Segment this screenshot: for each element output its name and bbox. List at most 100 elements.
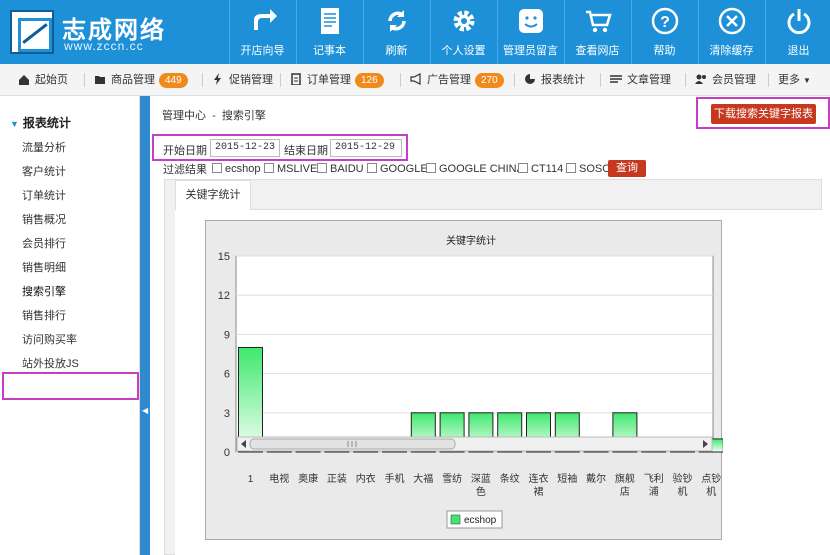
sidebar-item[interactable]: 客户统计 [22,163,66,179]
checkbox-box[interactable] [426,163,436,173]
checkbox-box[interactable] [367,163,377,173]
x-tick-label: 机 [706,485,716,498]
nav-item-8[interactable]: 更多 ▼ [778,64,811,96]
sidebar-collapse-bar[interactable]: ◀ [140,96,150,555]
x-tick-label: 1 [248,474,254,485]
collapse-arrow-icon: ◀ [142,406,149,415]
sidebar-item[interactable]: 搜索引擎 [22,283,66,299]
checkbox-box[interactable] [212,163,222,173]
y-tick-label: 3 [224,408,230,420]
x-tick-label: 大福 [413,472,433,485]
folder-icon [95,76,105,84]
sidebar-heading-label: 报表统计 [22,116,71,130]
tool-button-label: 个人设置 [441,45,486,57]
x-tick-label: 旗舰 [615,472,635,485]
filter-checkbox[interactable]: GOOGLE [367,163,428,175]
filter-checkbox[interactable]: BAIDU [317,163,364,175]
nav-divider [600,73,601,87]
nav-item-label: 报表统计 [541,74,585,86]
nav-item-7[interactable]: 会员管理 [695,64,756,96]
filter-checkbox[interactable]: GOOGLE CHINA [426,163,524,175]
tool-button-cart[interactable]: 查看网店 [564,0,630,64]
download-report-button[interactable]: 下载搜索关键字报表 [711,104,816,124]
x-tick-label: 点钞 [701,472,721,485]
tool-button-label: 记事本 [313,45,346,57]
x-tick-label: 奥康 [298,472,318,485]
nav-item-label: 会员管理 [712,74,756,86]
x-tick-label: 电视 [269,472,289,485]
x-tick-label: 验钞 [673,472,693,485]
nav-item-2[interactable]: 促销管理 [212,64,273,96]
nav-item-0[interactable]: 起始页 [18,64,68,96]
clear-icon [718,7,746,35]
svg-text:?: ? [660,14,670,31]
nav-item-label: 更多 [778,74,800,86]
query-button[interactable]: 查询 [608,160,646,177]
x-tick-label: 手机 [385,472,405,485]
tool-button-refresh[interactable]: 刷新 [363,0,429,64]
sidebar-item[interactable]: 站外投放JS [22,355,79,371]
y-tick-label: 12 [218,290,230,302]
x-tick-label: 店 [620,485,630,498]
smiley-icon [519,9,543,33]
filter-checkbox[interactable]: MSLIVE [264,163,317,175]
nav-item-4[interactable]: 广告管理 270 [410,64,504,96]
tool-button-smiley[interactable]: 管理员留言 [497,0,563,64]
sidebar-item[interactable]: 会员排行 [22,235,66,251]
logo-icon [10,10,54,54]
tool-button-share-arrow[interactable]: 开店向导 [229,0,295,64]
share-arrow-icon [254,9,277,30]
tool-button-help[interactable]: ? 帮助 [631,0,697,64]
tool-button-notepad[interactable]: 记事本 [296,0,362,64]
caret-down-icon: ▼ [803,76,811,85]
users-icon [695,74,706,84]
filter-checkbox[interactable]: ecshop [212,163,260,175]
sidebar-heading[interactable]: ▼ 报表统计 [10,114,71,131]
sidebar-item[interactable]: 流量分析 [22,139,66,155]
filter-checkbox-label: SOSO [579,163,611,175]
filter-checkbox[interactable]: CT114 [518,163,563,175]
tool-button-label: 开店向导 [240,45,285,57]
sidebar-item[interactable]: 销售概况 [22,211,66,227]
keyword-chart: 关键字统计 0 3 6 9 12 15 1 电视 奥康 正装 内衣 手机 大福 雪纺 深蓝色 条纹 连衣裙短袖 戴尔… [205,220,724,540]
filter-checkbox-label: ecshop [225,163,261,175]
filter-checkbox-label: BAIDU [330,163,364,175]
start-date-input[interactable]: 2015-12-23 [210,139,280,157]
y-tick-label: 9 [224,329,230,341]
checkbox-box[interactable] [518,163,528,173]
checkbox-box[interactable] [317,163,327,173]
filter-checkbox-label: MSLIVE [277,163,318,175]
count-badge: 449 [159,73,188,88]
filter-checkbox[interactable]: SOSO [566,163,611,175]
clipboard-icon [291,73,301,85]
nav-item-5[interactable]: 报表统计 [524,64,585,96]
nav-divider [280,73,281,87]
end-date-label: 结束日期 [284,145,328,157]
nav-item-3[interactable]: 订单管理 126 [290,64,384,96]
tool-button-label: 帮助 [653,45,676,57]
tool-button-clear[interactable]: 清除缓存 [698,0,764,64]
tool-button-gear[interactable]: 个人设置 [430,0,496,64]
filter-label: 过滤结果 [163,164,207,176]
end-date-input[interactable]: 2015-12-29 [330,139,402,157]
x-tick-label: 内衣 [356,472,376,485]
nav-item-6[interactable]: 文章管理 [610,64,671,96]
checkbox-box[interactable] [264,163,274,173]
tool-button-power[interactable]: 退出 [765,0,830,64]
x-tick-label: 短袖 [557,472,577,485]
nav-divider [202,73,203,87]
nav-item-label: 起始页 [35,74,68,86]
sidebar-item[interactable]: 访问购买率 [22,331,77,347]
checkbox-box[interactable] [566,163,576,173]
nav-item-1[interactable]: 商品管理 449 [94,64,188,96]
sidebar-item[interactable]: 订单统计 [22,187,66,203]
x-tick-label: 色 [476,485,486,498]
top-header: 志成网络 www.zccn.cc 开店向导 记事本 刷新 个人设置 管理员留言 查看网店?… [0,0,830,64]
power-icon [787,9,811,35]
logo-url: www.zccn.cc [64,39,144,53]
x-tick-label: 深蓝 [471,473,491,485]
sidebar-item[interactable]: 销售排行 [22,307,66,323]
x-tick-label: 机 [678,485,688,498]
sidebar-item[interactable]: 销售明细 [22,259,66,275]
tab-keyword-stats[interactable]: 关键字统计 [175,180,251,210]
